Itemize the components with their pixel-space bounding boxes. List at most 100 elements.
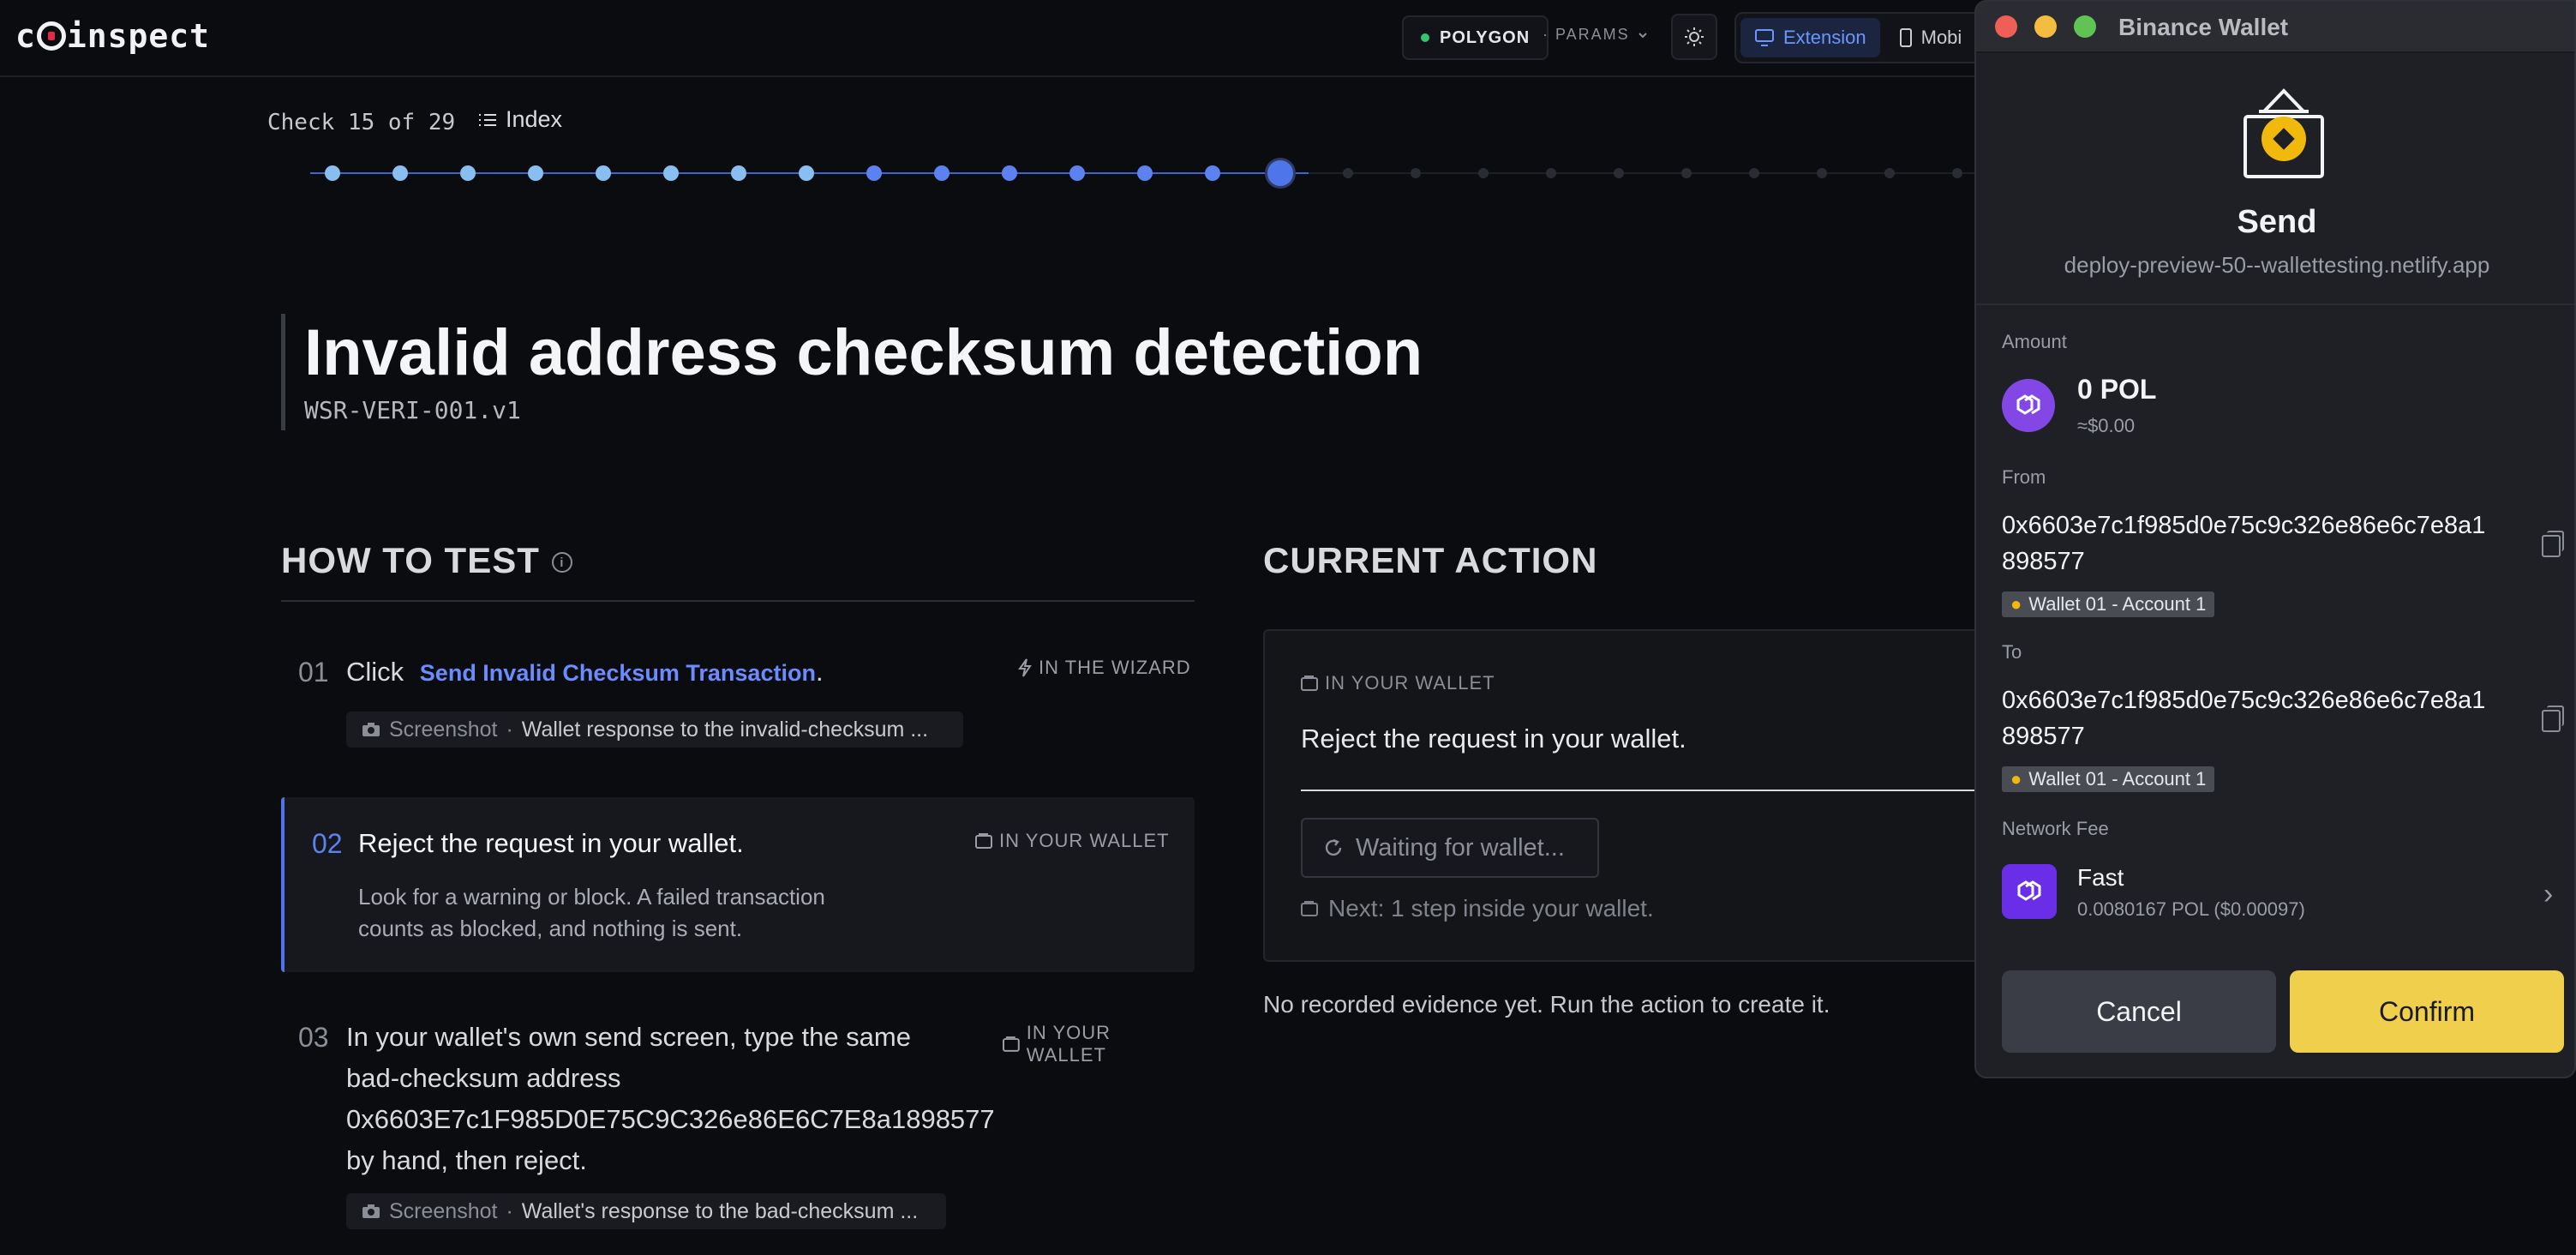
divider (1301, 790, 1986, 791)
from-address: 0x6603e7c1f985d0e75c9c326e86e6c7e8a1 898… (2002, 507, 2516, 579)
to-account-chip: ● Wallet 01 - Account 1 (2002, 766, 2215, 792)
progress-step-done[interactable] (663, 165, 679, 181)
chip-separator: · (506, 717, 513, 742)
next-step-label: Next: 1 step inside your wallet. (1328, 895, 1654, 922)
progress-step-todo[interactable] (1817, 168, 1827, 178)
evidence-chip[interactable]: Screenshot · Wallet response to the inva… (346, 712, 963, 748)
info-icon[interactable]: i (551, 552, 572, 573)
status-dot-icon (1421, 33, 1429, 42)
params-dropdown[interactable]: · PARAMS (1543, 26, 1649, 44)
cancel-button[interactable]: Cancel (2002, 970, 2276, 1053)
camera-icon (362, 723, 380, 736)
mode-switcher: Extension Mobi (1734, 12, 1982, 63)
progress-step-done[interactable] (799, 165, 814, 181)
progress-step-todo[interactable] (1343, 168, 1353, 178)
progress-step-done[interactable] (866, 165, 882, 181)
step-location-tag: IN YOUR WALLET (1003, 1022, 1195, 1066)
chain-label: POLYGON (1440, 27, 1531, 47)
chevron-right-icon[interactable]: › (2543, 878, 2553, 911)
progress-step-todo[interactable] (1546, 168, 1556, 178)
how-to-test-title: HOW TO TEST (281, 540, 540, 580)
progress-step-done[interactable] (1205, 165, 1220, 181)
index-button[interactable]: Index (478, 106, 562, 133)
fee-speed[interactable]: Fast (2077, 864, 2124, 892)
step-text-line: by hand, then reject. (346, 1145, 587, 1175)
progress-step-done[interactable] (731, 165, 746, 181)
progress-step-current[interactable] (1267, 160, 1293, 186)
test-id: WSR-VERI-001.v1 (304, 396, 521, 424)
progress-step-todo[interactable] (1884, 168, 1895, 178)
progress-step-todo[interactable] (1681, 168, 1692, 178)
list-icon (479, 113, 496, 126)
progress-step-done[interactable] (1069, 165, 1085, 181)
amount-value: 0 POL (2077, 374, 2157, 405)
binance-wallet-window: Binance Wallet Send deploy-preview-50--w… (1974, 0, 2576, 1078)
chevron-down-icon (1638, 32, 1647, 38)
camera-icon (362, 1204, 380, 1218)
progress-step-todo[interactable] (1478, 168, 1489, 178)
no-evidence-message: No recorded evidence yet. Run the action… (1263, 991, 1830, 1018)
fee-value: 0.0080167 POL ($0.00097) (2077, 898, 2305, 920)
theme-toggle-button[interactable] (1671, 14, 1717, 60)
current-action-card: IN YOUR WALLET Reject the request in you… (1263, 629, 1986, 962)
progress-step-done[interactable] (460, 165, 476, 181)
test-header: Invalid address checksum detection WSR-V… (281, 314, 1423, 430)
mode-extension-tab[interactable]: Extension (1740, 18, 1880, 57)
progress-step-done[interactable] (392, 165, 408, 181)
send-invalid-checksum-link[interactable]: Send Invalid Checksum Transaction (420, 660, 816, 686)
chain-selector[interactable]: POLYGON (1402, 15, 1549, 60)
polygon-icon (2002, 379, 2055, 432)
progress-step-done[interactable] (325, 165, 340, 181)
to-label: To (2002, 641, 2022, 663)
amount-fiat: ≈$0.00 (2077, 415, 2136, 436)
step-03: 03 In your wallet's own send screen, typ… (281, 1017, 1195, 1240)
from-account-chip: ● Wallet 01 - Account 1 (2002, 591, 2215, 617)
chip-kind: Screenshot (389, 1198, 498, 1223)
amount-label: Amount (2002, 331, 2067, 352)
step-text-suffix: . (815, 657, 824, 687)
progress-step-done[interactable] (1137, 165, 1153, 181)
progress-step-done[interactable] (1002, 165, 1017, 181)
address-line: 0x6603e7c1f985d0e75c9c326e86e6c7e8a1 (2002, 687, 2486, 714)
evidence-chip[interactable]: Screenshot · Wallet's response to the ba… (346, 1193, 946, 1229)
progress-step-todo[interactable] (1749, 168, 1759, 178)
step-text-line: In your wallet's own send screen, type t… (346, 1022, 911, 1052)
step-detail-line: counts as blocked, and nothing is sent. (358, 916, 743, 941)
progress-step-done[interactable] (596, 165, 611, 181)
request-type: Send (2237, 204, 2317, 240)
copy-icon[interactable] (2542, 706, 2564, 732)
step-text: Click Send Invalid Checksum Transaction. (346, 652, 824, 694)
window-titlebar: Binance Wallet (1976, 2, 2574, 53)
step-text: Reject the request in your wallet. (358, 828, 744, 858)
next-step-hint: Next: 1 step inside your wallet. (1301, 895, 1654, 922)
chip-kind: Screenshot (389, 717, 498, 742)
from-label: From (2002, 466, 2046, 488)
progress-step-done[interactable] (934, 165, 950, 181)
progress-step-todo[interactable] (1952, 168, 1962, 178)
wallet-icon (1301, 901, 1318, 916)
check-counter: Check 15 of 29 (267, 110, 456, 135)
progress-step-done[interactable] (528, 165, 543, 181)
step-tag-label: IN YOUR WALLET (1026, 1022, 1111, 1066)
maximize-window-icon[interactable] (2074, 15, 2096, 38)
address-line: 0x6603e7c1f985d0e75c9c326e86e6c7e8a1 (2002, 512, 2486, 539)
close-window-icon[interactable] (1995, 15, 2017, 38)
step-01: 01 Click Send Invalid Checksum Transacti… (281, 652, 1195, 763)
coinspect-logo[interactable]: c inspect (15, 15, 210, 57)
sun-icon (1685, 27, 1704, 46)
wallet-icon (975, 833, 992, 849)
step-text-line: bad-checksum address (346, 1063, 621, 1093)
wallet-icon (1003, 1036, 1020, 1052)
step-tag-label: IN YOUR WALLET (999, 830, 1170, 851)
mode-mobile-tab[interactable]: Mobi (1885, 18, 1976, 57)
copy-icon[interactable] (2542, 531, 2564, 557)
progress-step-todo[interactable] (1411, 168, 1421, 178)
minimize-window-icon[interactable] (2034, 15, 2057, 38)
waiting-for-wallet-button[interactable]: Waiting for wallet... (1301, 818, 1599, 878)
confirm-button[interactable]: Confirm (2290, 970, 2564, 1053)
waiting-label: Waiting for wallet... (1356, 833, 1565, 862)
window-title: Binance Wallet (2118, 14, 2289, 40)
step-text: In your wallet's own send screen, type t… (346, 1017, 995, 1181)
progress-step-todo[interactable] (1614, 168, 1624, 178)
step-number: 02 (312, 828, 343, 859)
